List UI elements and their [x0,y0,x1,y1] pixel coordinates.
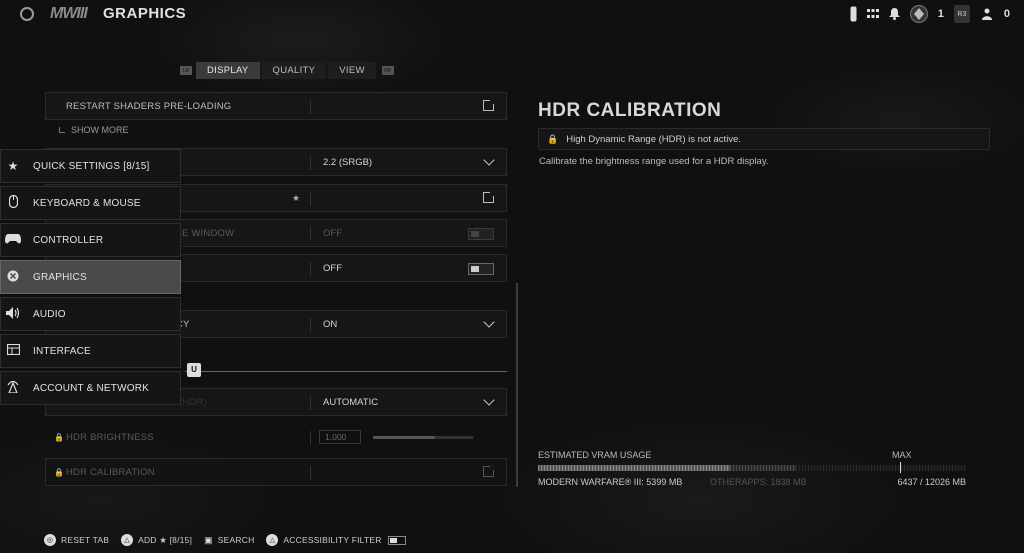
grid-menu-icon[interactable] [866,9,879,19]
top-bar: MWIII GRAPHICS 1 R3 0 [0,0,1024,30]
show-more-link[interactable]: SHOW MORE [59,125,129,135]
vram-other-fill [730,465,796,471]
vram-bar [538,465,966,471]
setting-label: E WINDOW [182,227,235,239]
sidebar-item-keyboard-mouse[interactable]: KEYBOARD & MOUSE [0,186,181,220]
search-button[interactable]: ▣ SEARCH [204,535,254,546]
add-favorite-button[interactable]: △ ADD ★ [8/15] [121,534,192,546]
external-link-icon[interactable] [483,191,495,203]
section-divider-knob: U [187,363,201,377]
bell-icon[interactable] [888,8,900,20]
lock-icon: 🔒 [54,467,64,477]
sidebar-item-account-network[interactable]: ACCOUNT & NETWORK [0,371,181,405]
accessibility-filter-toggle[interactable] [387,535,406,545]
rank-count: 1 [937,8,944,20]
game-logo: MWIII [50,5,88,22]
vram-total: 6437 / 12026 MB [897,477,966,487]
setting-label: HDR CALIBRATION [66,466,155,478]
chevron-down-icon[interactable] [483,316,495,328]
back-icon[interactable] [20,7,34,21]
button-prompt-icon: △ [121,534,134,546]
tab-display[interactable]: DISPLAY [196,62,260,79]
mouse-icon [1,194,25,211]
hdr-brightness-value: 1.000 [319,430,361,444]
gamma-value: 2.2 (SRGB) [323,156,373,168]
settings-scrollbar[interactable] [516,283,518,487]
gamepad-icon [1,233,25,247]
interface-icon [1,343,25,358]
vram-other-usage: OTHERAPPS: 1838 MB [710,477,807,487]
profile-badge[interactable]: R3 [953,5,970,23]
setting-label: HDR BRIGHTNESS [66,431,154,443]
graphics-icon [1,270,25,285]
restart-shaders-row[interactable]: RESTART SHADERS PRE-LOADING [45,92,507,120]
dropdown-value: ON [323,318,338,330]
sidebar-item-controller[interactable]: CONTROLLER [0,223,181,257]
speaker-icon [1,306,25,322]
sidebar-item-graphics[interactable]: GRAPHICS [0,260,181,294]
chevron-down-icon[interactable] [483,154,495,166]
controller-battery-icon [850,6,857,22]
lock-icon: 🔒 [54,432,64,442]
toggle-switch [468,228,494,240]
sidebar-item-interface[interactable]: INTERFACE [0,334,181,368]
vram-max-marker [900,462,902,473]
page-title: GRAPHICS [103,5,187,22]
top-right-toolbar: 1 R3 0 [850,4,1010,24]
external-link-icon [483,465,495,477]
window-value: OFF [323,227,342,239]
party-icon[interactable] [980,8,994,20]
hdr-inactive-notice: 🔒 High Dynamic Range (HDR) is not active… [538,128,990,150]
party-count: 0 [1003,8,1010,20]
reset-tab-button[interactable]: ◎ RESET TAB [44,534,109,546]
detail-description: Calibrate the brightness range used for … [539,156,769,167]
button-prompt-icon: △ [266,534,279,546]
vram-max-label: MAX [892,450,912,460]
setting-label: RESTART SHADERS PRE-LOADING [66,100,232,112]
hdr-calibration-row: 🔒 HDR CALIBRATION [45,458,507,486]
lock-icon: 🔒 [547,133,559,144]
settings-sidebar: ★ QUICK SETTINGS [8/15] KEYBOARD & MOUSE… [0,149,181,408]
tab-quality[interactable]: QUALITY [261,62,327,79]
vram-title: ESTIMATED VRAM USAGE [538,450,652,460]
network-icon [1,380,25,396]
hdr-mode-value: AUTOMATIC [323,396,379,408]
notice-text: High Dynamic Range (HDR) is not active. [566,133,741,145]
sidebar-item-quick-settings[interactable]: ★ QUICK SETTINGS [8/15] [0,149,181,183]
button-prompt-icon: ◎ [44,534,56,546]
chevron-down-icon[interactable] [483,394,495,406]
star-icon: ★ [7,159,19,173]
detail-title: HDR CALIBRATION [538,100,722,121]
section-divider [185,371,507,372]
accessibility-filter-button[interactable]: △ ACCESSIBILITY FILTER [266,534,406,546]
bottom-action-bar: ◎ RESET TAB △ ADD ★ [8/15] ▣ SEARCH △ AC… [44,534,406,546]
rank-badge-icon[interactable] [909,5,928,23]
tab-view[interactable]: VIEW [328,62,376,79]
left-bumper-hint: LB [180,66,192,75]
settings-tabs: LB DISPLAY QUALITY VIEW RB [176,62,398,79]
right-bumper-hint: RB [381,66,394,75]
vram-game-usage: MODERN WARFARE® III: 5399 MB [538,477,683,487]
search-icon: ▣ [204,534,213,545]
toggle-switch[interactable] [468,263,494,275]
toggle-value: OFF [323,262,342,274]
sidebar-item-audio[interactable]: AUDIO [0,297,181,331]
vram-game-fill [538,465,731,471]
external-link-icon[interactable] [483,99,495,111]
hdr-brightness-row: 🔒 HDR BRIGHTNESS 1.000 [45,423,507,451]
slider-fill [373,436,435,439]
star-icon: ★ [292,192,301,203]
hdr-brightness-slider [373,436,473,439]
